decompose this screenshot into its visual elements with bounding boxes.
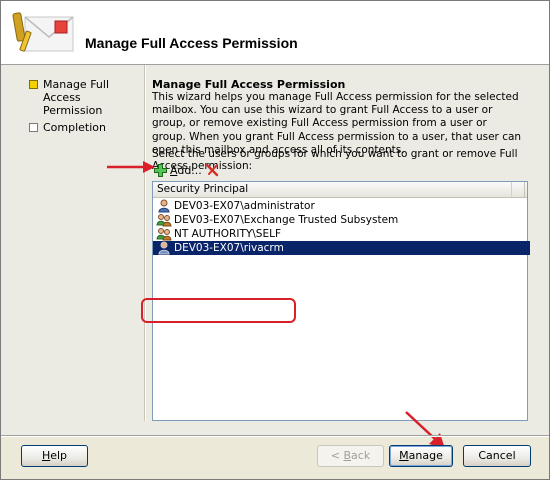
step-active-bullet-icon (29, 80, 38, 89)
step-completion: Completion (29, 121, 139, 134)
wizard-header: Manage Full Access Permission (1, 1, 549, 65)
add-button[interactable]: Add... (152, 162, 204, 178)
add-button-label: Add... (170, 163, 202, 177)
steps-divider (144, 65, 146, 421)
content-title: Manage Full Access Permission (152, 78, 346, 91)
list-item[interactable]: DEV03-EX07\Exchange Trusted Subsystem (153, 213, 527, 227)
column-header-spacer (511, 182, 526, 197)
page-title: Manage Full Access Permission (85, 35, 298, 51)
annotation-arrow-icon (107, 161, 155, 173)
list-item-selected[interactable]: DEV03-EX07\rivacrm (153, 241, 530, 255)
user-icon (156, 199, 172, 213)
column-header-security-principal[interactable]: Security Principal (153, 182, 525, 197)
wizard-window: Manage Full Access Permission Manage Ful… (0, 0, 550, 480)
help-button[interactable]: Help (21, 445, 88, 467)
list-item-text: DEV03-EX07\rivacrm (174, 242, 284, 254)
wizard-body: Manage Full Access Permission Completion… (1, 65, 549, 435)
group-icon (156, 227, 172, 241)
list-rows: DEV03-EX07\administrator DEV03-EX07\Exch… (153, 199, 530, 255)
add-plus-icon (154, 163, 167, 177)
step-label-line1: Manage Full Access (43, 78, 109, 104)
user-icon (156, 241, 172, 255)
step-manage-full-access: Manage Full Access Permission (29, 78, 139, 117)
remove-button[interactable] (204, 162, 220, 178)
wizard-steps: Manage Full Access Permission Completion (29, 78, 139, 138)
list-item[interactable]: NT AUTHORITY\SELF (153, 227, 527, 241)
list-header: Security Principal (153, 182, 527, 198)
permission-toolbar: Add... (152, 162, 352, 180)
step-label-line2: Permission (43, 104, 103, 117)
group-icon (156, 213, 172, 227)
remove-x-icon (205, 163, 219, 177)
list-item[interactable]: DEV03-EX07\administrator (153, 199, 527, 213)
cancel-button[interactable]: Cancel (463, 445, 531, 467)
back-button[interactable]: < Back (317, 445, 384, 467)
list-item-text: DEV03-EX07\Exchange Trusted Subsystem (174, 214, 399, 226)
footer-divider (1, 435, 549, 437)
list-item-text: DEV03-EX07\administrator (174, 200, 315, 212)
security-principal-list[interactable]: Security Principal DEV03-EX07\administra… (152, 181, 530, 421)
manage-button[interactable]: Manage (389, 445, 453, 467)
list-item-text: NT AUTHORITY\SELF (174, 228, 281, 240)
mailbox-permission-icon (9, 9, 79, 59)
step-bullet-icon (29, 123, 38, 132)
step-label-line1: Completion (43, 121, 107, 134)
